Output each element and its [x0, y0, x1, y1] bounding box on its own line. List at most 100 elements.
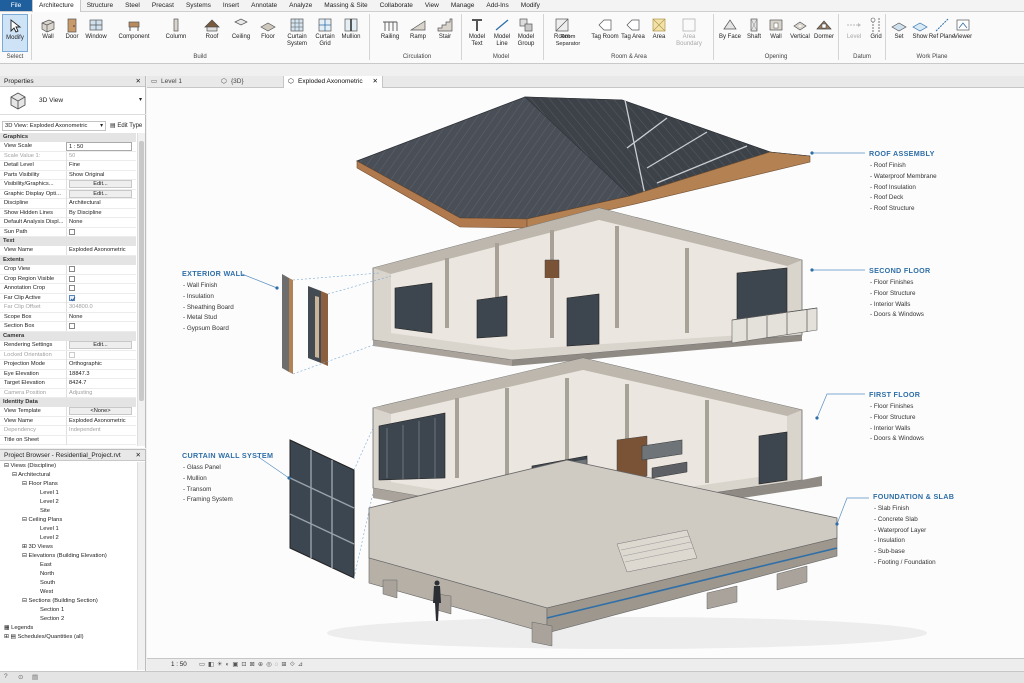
tree-node-3d-views[interactable]: ⊞ 3D Views: [22, 543, 53, 551]
tab-analyze[interactable]: Analyze: [283, 0, 318, 11]
highlight-displacement-icon[interactable]: ⟐: [290, 661, 298, 668]
browser-scrollbar[interactable]: [137, 462, 145, 670]
model-text-tool-button[interactable]: Model Text: [463, 14, 491, 48]
curtain-system-tool-button[interactable]: Curtain System: [283, 14, 311, 48]
tab-modify[interactable]: Modify: [515, 0, 546, 11]
room-area-group-label[interactable]: Room & Area: [548, 54, 710, 60]
tag-area-tool-button[interactable]: Tag Area: [619, 14, 647, 41]
crop-view-checkbox[interactable]: [69, 266, 75, 272]
camera-category[interactable]: Camera: [0, 332, 136, 341]
tab-exploded-axonometric[interactable]: ⬡ Exploded Axonometric ✕: [283, 76, 383, 88]
dormer-tool-button[interactable]: Dormer: [810, 14, 838, 41]
lock-icon[interactable]: ⊕: [258, 661, 266, 668]
view-template-button[interactable]: <None>: [69, 407, 132, 415]
room-separator-tool-button[interactable]: Room Separator: [550, 34, 586, 48]
tab-precast[interactable]: Precast: [146, 0, 180, 11]
second-floor-assembly[interactable]: [372, 207, 818, 366]
identity-data-category[interactable]: Identity Data: [0, 398, 136, 407]
floor-tool-button[interactable]: Floor: [254, 14, 282, 41]
tree-node-ceiling-plans[interactable]: ⊟ Ceiling Plans: [22, 516, 62, 524]
crop-view-icon[interactable]: ⊡: [241, 661, 249, 668]
tree-item-elevation-north[interactable]: North: [40, 570, 54, 578]
tree-node-legends[interactable]: ▦ Legends: [4, 624, 33, 632]
component-tool-button[interactable]: Component: [114, 14, 154, 41]
close-icon[interactable]: ✕: [136, 450, 141, 461]
modify-tool-button[interactable]: Modify: [2, 14, 28, 52]
sun-path-icon[interactable]: ☀: [217, 661, 226, 668]
file-menu-button[interactable]: File: [0, 0, 32, 11]
far-clip-checkbox[interactable]: [69, 294, 76, 301]
roof-tool-button[interactable]: Roof: [198, 14, 226, 41]
ramp-tool-button[interactable]: Ramp: [404, 14, 432, 41]
tree-item-elevation-east[interactable]: East: [40, 561, 52, 569]
prop-discipline[interactable]: Discipline Architectural: [0, 199, 136, 209]
exterior-wall-layers[interactable]: [282, 274, 328, 374]
tab-massing-site[interactable]: Massing & Site: [318, 0, 373, 11]
ceiling-tool-button[interactable]: Ceiling: [227, 14, 255, 41]
tab-manage[interactable]: Manage: [445, 0, 481, 11]
tab-add-ins[interactable]: Add-Ins: [480, 0, 514, 11]
crop-region-checkbox[interactable]: [69, 275, 75, 282]
curtain-wall-system[interactable]: [289, 439, 355, 579]
close-tab-icon[interactable]: ✕: [373, 76, 378, 88]
prop-show-hidden-lines[interactable]: Show Hidden Lines By Discipline: [0, 208, 136, 218]
prop-target-elevation[interactable]: Target Elevation 8424.7: [0, 379, 136, 389]
build-group-label[interactable]: Build: [34, 54, 366, 60]
prop-eye-elevation[interactable]: Eye Elevation 18847.3: [0, 369, 136, 379]
tab-annotate[interactable]: Annotate: [245, 0, 283, 11]
design-option-icon[interactable]: ▤: [32, 673, 38, 681]
tree-item-floor-plan-site[interactable]: Site: [40, 507, 50, 515]
tree-item-floor-plan-level-2[interactable]: Level 2: [40, 498, 59, 506]
tree-node-views[interactable]: ⊟ Views (Discipline): [4, 462, 56, 470]
opening-group-label[interactable]: Opening: [716, 54, 836, 60]
tree-node-floor-plans[interactable]: ⊟ Floor Plans: [22, 480, 58, 488]
tree-node-sections[interactable]: ⊟ Sections (Building Section): [22, 597, 98, 605]
rendering-edit-button[interactable]: Edit...: [69, 341, 132, 349]
curtain-grid-tool-button[interactable]: Curtain Grid: [311, 14, 339, 48]
prop-view-name[interactable]: View Name Exploded Axonometric: [0, 416, 136, 426]
tab-systems[interactable]: Systems: [180, 0, 217, 11]
tree-item-floor-plan-level-1[interactable]: Level 1: [40, 489, 59, 497]
prop-detail-level[interactable]: Detail Level Fine: [0, 161, 136, 171]
prop-scope-box[interactable]: Scope Box None: [0, 312, 136, 322]
text-category[interactable]: Text: [0, 237, 136, 246]
view-scale-button[interactable]: 1 : 50: [171, 659, 187, 671]
mullion-tool-button[interactable]: Mullion: [337, 14, 365, 41]
prop-projection-mode[interactable]: Projection Mode Orthographic: [0, 360, 136, 370]
stair-tool-button[interactable]: Stair: [431, 14, 459, 41]
tree-item-ceiling-level-1[interactable]: Level 1: [40, 525, 59, 533]
3d-view-canvas[interactable]: ROOF ASSEMBLY - Roof Finish - Waterproof…: [147, 88, 1024, 658]
crop-region-icon[interactable]: ⊠: [250, 661, 258, 668]
extents-category[interactable]: Extents: [0, 256, 136, 265]
tab-insert[interactable]: Insert: [217, 0, 245, 11]
prop-title-on-sheet[interactable]: Title on Sheet: [0, 435, 136, 445]
tree-node-elevations[interactable]: ⊟ Elevations (Building Elevation): [22, 552, 107, 560]
tab-level-1[interactable]: ▭ Level 1: [147, 76, 217, 88]
constraints-icon[interactable]: ⊿: [298, 661, 306, 668]
tab-3d[interactable]: ⬡ {3D}: [217, 76, 283, 88]
viewer-button[interactable]: Viewer: [950, 14, 976, 41]
tree-item-elevation-west[interactable]: West: [40, 588, 53, 596]
tree-item-section-2[interactable]: Section 2: [40, 615, 64, 623]
model-group-label[interactable]: Model: [462, 54, 540, 60]
railing-tool-button[interactable]: Railing: [376, 14, 404, 41]
scrollbar-thumb[interactable]: [139, 141, 144, 401]
prop-default-analysis[interactable]: Default Analysis Displ... None: [0, 218, 136, 228]
window-tool-button[interactable]: Window: [82, 14, 110, 41]
detail-level-icon[interactable]: ▭: [199, 661, 208, 668]
tag-room-tool-button[interactable]: Tag Room: [591, 14, 619, 41]
tab-structure[interactable]: Structure: [81, 0, 119, 11]
temporary-hide-icon[interactable]: ◎: [266, 661, 275, 668]
area-boundary-tool-button[interactable]: Area Boundary: [672, 14, 706, 48]
work-plane-group-label[interactable]: Work Plane: [886, 54, 978, 60]
circulation-group-label[interactable]: Circulation: [374, 54, 460, 60]
graphic-display-edit-button[interactable]: Edit...: [69, 189, 132, 198]
properties-scrollbar[interactable]: [137, 133, 145, 446]
tree-item-elevation-south[interactable]: South: [40, 579, 55, 587]
roof-assembly[interactable]: [356, 96, 811, 229]
tree-node-architectural[interactable]: ⊟ Architectural: [12, 471, 50, 479]
visual-style-icon[interactable]: ◧: [208, 661, 217, 668]
edit-type-button[interactable]: ▤ Edit Type: [110, 122, 142, 129]
analytical-model-icon[interactable]: ⊞: [281, 661, 289, 668]
tree-item-ceiling-level-2[interactable]: Level 2: [40, 534, 59, 542]
